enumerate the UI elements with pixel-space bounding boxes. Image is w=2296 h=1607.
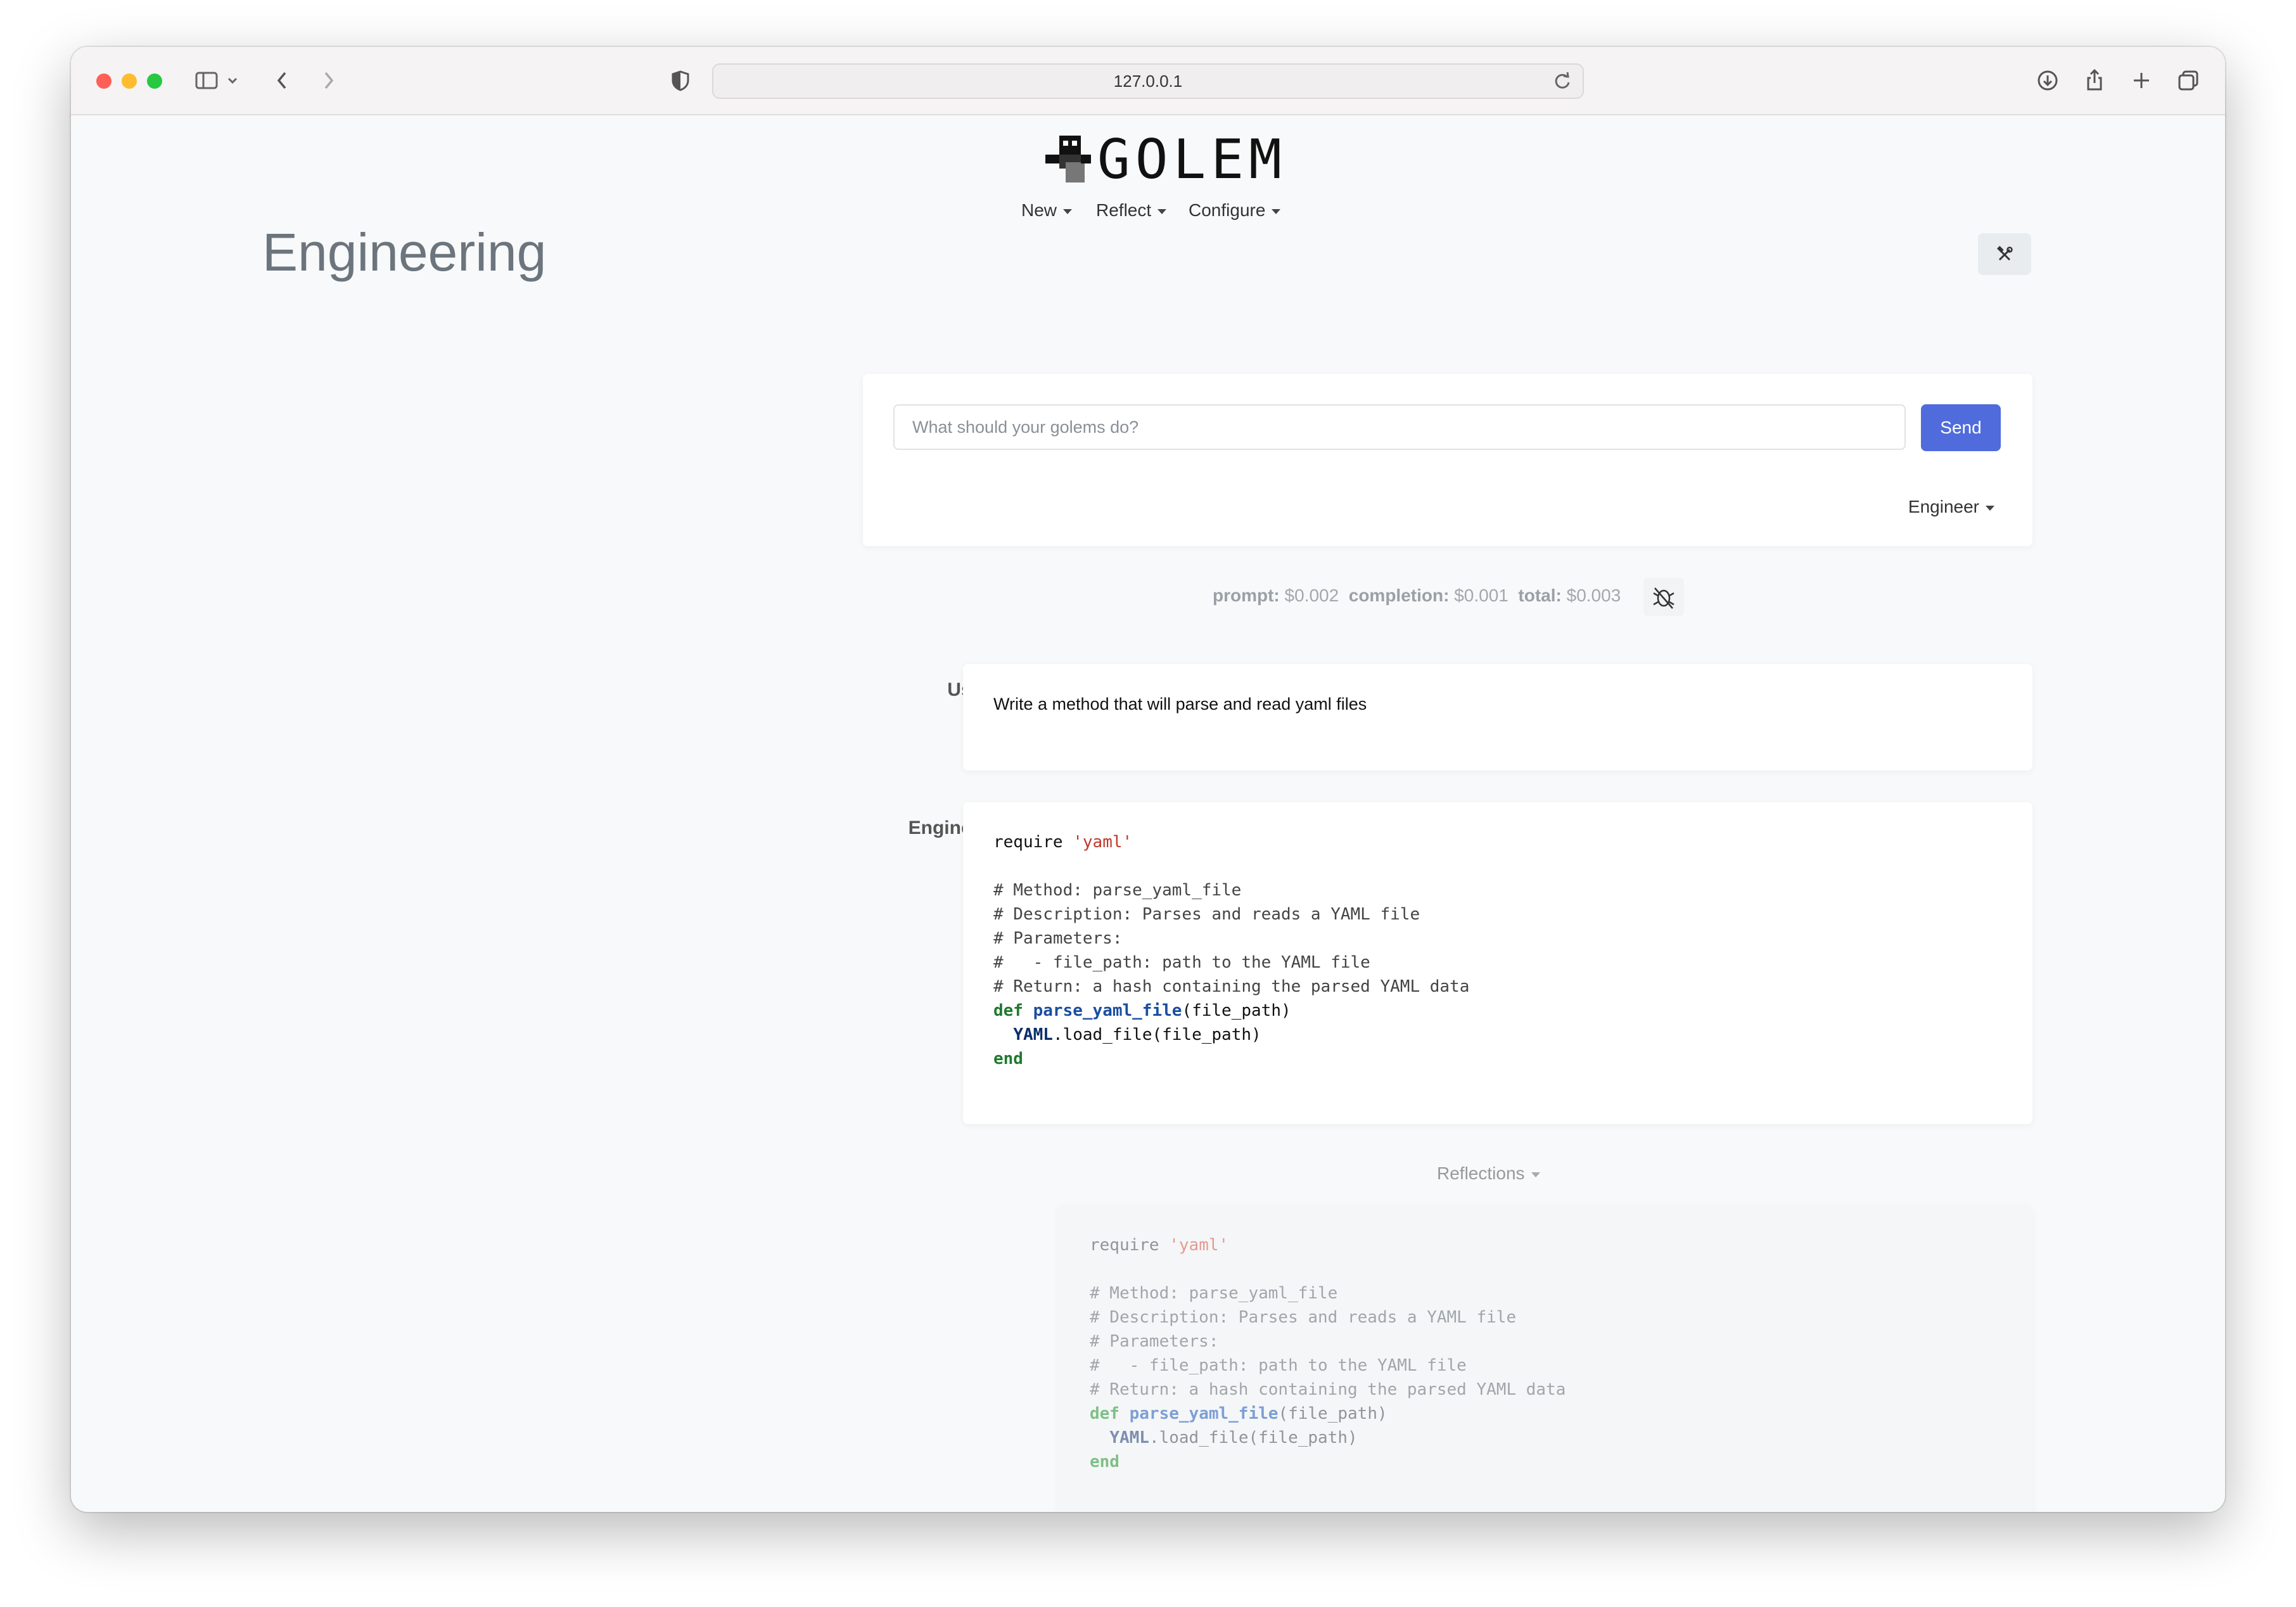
code-comment: # Method: parse_yaml_file bbox=[993, 881, 1242, 900]
nav-new[interactable]: New bbox=[1021, 200, 1073, 221]
caret-down-icon bbox=[1063, 208, 1073, 214]
code-token: parse_yaml_file bbox=[1129, 1404, 1279, 1423]
code-comment: # Method: parse_yaml_file bbox=[1090, 1284, 1338, 1303]
cost-prompt-label: prompt: bbox=[1213, 586, 1280, 605]
code-token: (file_path) bbox=[1182, 1001, 1291, 1020]
tab-overview-icon[interactable] bbox=[2174, 67, 2202, 94]
code-token: require bbox=[1090, 1236, 1159, 1255]
code-comment: # - file_path: path to the YAML file bbox=[1090, 1356, 1467, 1375]
browser-toolbar: 127.0.0.1 bbox=[71, 47, 2225, 115]
code-comment: # Description: Parses and reads a YAML f… bbox=[993, 905, 1420, 924]
minimize-window-button[interactable] bbox=[122, 74, 137, 89]
caret-down-icon bbox=[1986, 505, 1994, 511]
cost-completion-value: $0.001 bbox=[1454, 586, 1508, 605]
code-token: 'yaml' bbox=[1073, 833, 1133, 852]
chevron-down-icon[interactable] bbox=[223, 67, 242, 94]
page-content: GOLEM New Reflect Configure Engineering … bbox=[71, 115, 2225, 1512]
nav-reflect[interactable]: Reflect bbox=[1096, 200, 1167, 221]
caret-down-icon bbox=[1158, 208, 1167, 214]
cost-total-label: total: bbox=[1518, 586, 1562, 605]
forward-icon[interactable] bbox=[314, 67, 342, 94]
privacy-shield-icon[interactable] bbox=[666, 67, 694, 94]
reflections-label: Reflections bbox=[1437, 1163, 1525, 1183]
address-bar-url: 127.0.0.1 bbox=[1113, 72, 1183, 91]
tools-button[interactable] bbox=[1978, 233, 2031, 275]
nav-configure[interactable]: Configure bbox=[1189, 200, 1281, 221]
code-token: .load_file(file_path) bbox=[1149, 1428, 1358, 1447]
nav-reflect-label: Reflect bbox=[1096, 200, 1152, 220]
prompt-input[interactable] bbox=[893, 404, 1906, 450]
caret-down-icon bbox=[1531, 1172, 1540, 1177]
app-logo-text: GOLEM bbox=[1097, 128, 1287, 191]
browser-window: 127.0.0.1 GOLEM New Reflect Configure En… bbox=[71, 47, 2225, 1512]
zoom-window-button[interactable] bbox=[147, 74, 162, 89]
cost-completion-label: completion: bbox=[1348, 586, 1450, 605]
cost-summary: prompt: $0.002 completion: $0.001 total:… bbox=[1213, 586, 1621, 606]
send-button[interactable]: Send bbox=[1921, 404, 2001, 451]
new-tab-icon[interactable] bbox=[2127, 67, 2155, 94]
reflections-toggle[interactable]: Reflections bbox=[1437, 1163, 1540, 1184]
code-token: .load_file(file_path) bbox=[1052, 1025, 1261, 1044]
golem-logo-icon bbox=[1045, 136, 1091, 182]
code-comment: # - file_path: path to the YAML file bbox=[993, 953, 1370, 972]
back-icon[interactable] bbox=[269, 67, 297, 94]
code-token: 'yaml' bbox=[1169, 1236, 1229, 1255]
code-comment: # Parameters: bbox=[1090, 1332, 1219, 1351]
code-token: def bbox=[1090, 1404, 1119, 1423]
reload-icon[interactable] bbox=[1548, 67, 1576, 95]
code-token: YAML bbox=[1013, 1025, 1053, 1044]
share-icon[interactable] bbox=[2081, 67, 2108, 94]
cost-total-value: $0.003 bbox=[1566, 586, 1621, 605]
hammer-wrench-icon bbox=[1997, 246, 2013, 261]
download-icon[interactable] bbox=[2034, 67, 2062, 94]
nav-configure-label: Configure bbox=[1189, 200, 1266, 220]
reflection-card: require 'yaml' # Method: parse_yaml_file… bbox=[1058, 1205, 2032, 1512]
agent-select[interactable]: Engineer bbox=[1908, 497, 1994, 517]
page-title: Engineering bbox=[262, 222, 547, 282]
code-token: YAML bbox=[1109, 1428, 1149, 1447]
agent-select-label: Engineer bbox=[1908, 497, 1979, 516]
address-bar[interactable]: 127.0.0.1 bbox=[712, 63, 1584, 99]
code-block: require 'yaml' # Method: parse_yaml_file… bbox=[993, 830, 1469, 1071]
code-comment: # Return: a hash containing the parsed Y… bbox=[993, 977, 1470, 996]
user-message-text: Write a method that will parse and read … bbox=[993, 695, 1367, 714]
user-message-card: Write a method that will parse and read … bbox=[963, 664, 2032, 771]
reflection-code-block: require 'yaml' # Method: parse_yaml_file… bbox=[1090, 1233, 1566, 1474]
code-comment: # Parameters: bbox=[993, 929, 1123, 948]
prompt-card: Send Engineer bbox=[863, 374, 2032, 546]
sidebar-icon[interactable] bbox=[193, 67, 220, 94]
code-comment: # Description: Parses and reads a YAML f… bbox=[1090, 1308, 1517, 1327]
code-token: require bbox=[993, 833, 1063, 852]
code-token: end bbox=[993, 1049, 1023, 1068]
bug-off-icon bbox=[1653, 587, 1674, 609]
nav-new-label: New bbox=[1021, 200, 1057, 220]
close-window-button[interactable] bbox=[96, 74, 112, 89]
debug-button[interactable] bbox=[1643, 578, 1684, 616]
engineer-message-card: require 'yaml' # Method: parse_yaml_file… bbox=[963, 802, 2032, 1124]
cost-prompt-value: $0.002 bbox=[1284, 586, 1339, 605]
code-comment: # Return: a hash containing the parsed Y… bbox=[1090, 1380, 1566, 1399]
code-token: end bbox=[1090, 1452, 1119, 1471]
code-token: (file_path) bbox=[1278, 1404, 1387, 1423]
caret-down-icon bbox=[1272, 208, 1281, 214]
code-token: parse_yaml_file bbox=[1033, 1001, 1182, 1020]
code-token: def bbox=[993, 1001, 1023, 1020]
